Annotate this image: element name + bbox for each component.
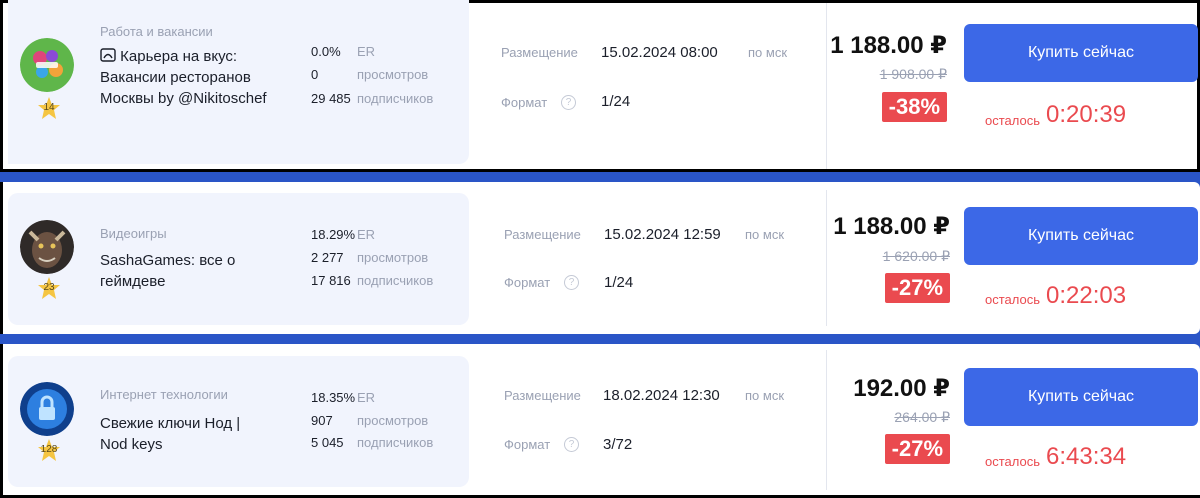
er-label: ER [357,44,376,59]
channel-category: Видеоигры [100,226,167,241]
remaining-label: осталось [985,454,1041,469]
er-label: ER [357,227,376,242]
divider [826,190,827,326]
format-label: Формат [504,275,551,290]
level-number: 14 [43,102,55,113]
placement-label: Размещение [501,45,578,60]
help-icon[interactable]: ? [561,95,576,110]
discount-badge: -27% [884,434,950,464]
divider [826,350,827,490]
subscribers-label: подписчиков [357,435,434,450]
countdown-timer: 0:22:03 [1046,282,1127,309]
channel-title-text: Карьера на вкус: Вакансии ресторанов Мос… [100,48,267,107]
channel-avatar[interactable] [20,38,74,92]
subscribers-value: 17 816 [311,273,351,288]
remaining-label: осталось [985,292,1041,307]
subscribers-value: 5 045 [311,435,344,450]
price: 192.00 ₽ [853,375,950,402]
help-icon[interactable]: ? [564,437,579,452]
channel-title[interactable]: SashaGames: все о геймдеве [100,250,260,292]
channel-avatar[interactable] [20,220,74,274]
format-label: Формат [501,95,548,110]
buy-now-button[interactable]: Купить сейчас [964,207,1198,265]
buy-now-button[interactable]: Купить сейчас [964,24,1198,82]
views-label: просмотров [357,413,429,428]
format-value: 3/72 [603,436,633,453]
level-number: 128 [40,444,58,455]
subscribers-label: подписчиков [357,91,434,106]
timezone-label: по мск [745,388,785,403]
er-label: ER [357,390,376,405]
channel-avatar[interactable] [20,382,74,436]
price: 1 188.00 ₽ [833,213,950,240]
views-label: просмотров [357,250,429,265]
placement-value: 15.02.2024 08:00 [601,44,718,61]
old-price: 1 620.00 ₽ [882,248,950,264]
remaining-label: осталось [985,113,1041,128]
placement-label: Размещение [504,227,581,242]
er-value: 18.29% [311,227,356,242]
listing-card: 14 Работа и вакансии Карьера на вкус: Ва… [0,0,1200,172]
views-value: 0 [311,67,319,82]
channel-title[interactable]: Свежие ключи Нод | Nod keys [100,413,270,455]
discount-badge: -38% [881,92,947,122]
level-number: 23 [43,282,55,293]
timezone-label: по мск [745,227,785,242]
level-star-icon: 14 [37,96,61,120]
subscribers-value: 29 485 [311,91,351,106]
help-icon[interactable]: ? [564,275,579,290]
placement-value: 15.02.2024 12:59 [604,226,721,243]
er-value: 0.0% [311,44,341,59]
countdown-timer: 6:43:34 [1046,443,1127,470]
level-star-icon: 23 [37,276,61,300]
views-value: 907 [311,413,333,428]
food-tray-icon [100,47,116,63]
format-label: Формат [504,437,551,452]
format-value: 1/24 [601,93,631,110]
discount-badge: -27% [884,273,950,303]
er-value: 18.35% [311,390,356,405]
views-value: 2 277 [311,250,344,265]
countdown-timer: 0:20:39 [1046,101,1127,128]
price: 1 188.00 ₽ [830,32,947,59]
divider [826,3,827,169]
views-label: просмотров [357,67,429,82]
channel-category: Интернет технологии [100,387,228,402]
level-star-icon: 128 [37,438,61,462]
subscribers-label: подписчиков [357,273,434,288]
listing-card: 23 Видеоигры SashaGames: все о геймдеве … [0,182,1200,334]
old-price: 264.00 ₽ [894,409,950,425]
old-price: 1 908.00 ₽ [879,66,947,82]
channel-info-panel: 14 Работа и вакансии Карьера на вкус: Ва… [8,0,469,164]
placement-label: Размещение [504,388,581,403]
format-value: 1/24 [604,274,634,291]
timezone-label: по мск [748,45,788,60]
channel-info-panel: 128 Интернет технологии Свежие ключи Нод… [8,356,469,487]
channel-title[interactable]: Карьера на вкус: Вакансии ресторанов Мос… [100,46,290,109]
channel-category: Работа и вакансии [100,24,213,39]
channel-info-panel: 23 Видеоигры SashaGames: все о геймдеве … [8,193,469,325]
placement-value: 18.02.2024 12:30 [603,387,720,404]
buy-now-button[interactable]: Купить сейчас [964,368,1198,426]
listing-card: 128 Интернет технологии Свежие ключи Нод… [0,344,1200,498]
